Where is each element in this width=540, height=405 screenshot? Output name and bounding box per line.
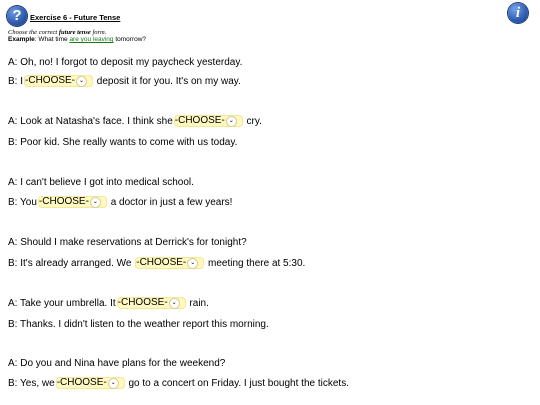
line-text: B: You [8,197,37,208]
chevron-down-icon: ⌄ [89,197,101,209]
line-text: cry. [243,116,262,127]
dialogue-2-line-b: B: Poor kid. She really wants to come wi… [8,137,238,148]
chevron-down-icon: ⌄ [168,298,180,310]
choose-dropdown-6[interactable]: -CHOOSE- ⌄ [55,377,125,390]
line-text: B: Yes, we [8,378,55,389]
chevron-down-icon: ⌄ [187,258,199,270]
choose-dropdown-5[interactable]: -CHOOSE- ⌄ [116,297,186,310]
instructions-text: Choose the correct [8,29,59,36]
dropdown-value: -CHOOSE- [136,257,187,269]
dropdown-value: -CHOOSE- [56,377,107,389]
dialogue-1-line-a: A: Oh, no! I forgot to deposit my payche… [8,57,243,68]
choose-dropdown-4[interactable]: -CHOOSE- ⌄ [135,257,205,270]
dialogue-6-line-a: A: Do you and Nina have plans for the we… [8,358,226,369]
example-answer: are you leaving [69,36,114,43]
dialogue-4-line-b: B: It's already arranged. We -CHOOSE- ⌄ m… [8,257,305,271]
chevron-down-icon: ⌄ [225,116,237,128]
example: Example: What time are you leaving tomor… [8,36,146,43]
dialogue-6-line-b: B: Yes, we -CHOOSE- ⌄ go to a concert on F… [8,377,349,391]
line-text: B: I [8,76,24,87]
instructions-bold: future tense [58,29,91,36]
line-text: A: Take your umbrella. It [8,298,116,309]
line-text: meeting there at 5:30. [205,258,306,269]
dialogue-5-line-a: A: Take your umbrella. It -CHOOSE- ⌄ rain. [8,297,209,311]
example-label: Example [8,36,35,43]
example-text: : What time [34,36,70,43]
line-text: rain. [186,298,209,309]
dropdown-value: -CHOOSE- [25,75,76,87]
chevron-down-icon: ⌄ [76,76,88,88]
help-icon[interactable]: ? [7,6,27,26]
line-text: B: It's already arranged. We [8,258,135,269]
dialogue-5-line-b: B: Thanks. I didn't listen to the weathe… [8,319,269,330]
choose-dropdown-1[interactable]: -CHOOSE- ⌄ [24,75,94,88]
dropdown-value: -CHOOSE- [174,115,225,127]
line-text: go to a concert on Friday. I just bought… [125,378,349,389]
example-text-end: tomorrow? [113,36,147,43]
dialogue-1-line-b: B: I -CHOOSE- ⌄ deposit it for you. It's o… [8,75,241,89]
choose-dropdown-2[interactable]: -CHOOSE- ⌄ [173,115,243,128]
dialogue-4-line-a: A: Should I make reservations at Derrick… [8,237,247,248]
dropdown-value: -CHOOSE- [38,196,89,208]
dropdown-value: -CHOOSE- [117,297,168,309]
choose-dropdown-3[interactable]: -CHOOSE- ⌄ [37,196,107,209]
exercise-title[interactable]: Exercise 6 - Future Tense [30,13,120,22]
dialogue-3-line-a: A: I can't believe I got into medical sc… [8,177,194,188]
instructions-text-end: form. [90,29,107,36]
dialogue-3-line-b: B: You -CHOOSE- ⌄ a doctor in just a few y… [8,196,232,210]
line-text: a doctor in just a few years! [107,197,233,208]
line-text: A: Look at Natasha's face. I think she [8,116,173,127]
line-text: deposit it for you. It's on my way. [94,76,241,87]
dialogue-2-line-a: A: Look at Natasha's face. I think she -C… [8,115,262,129]
chevron-down-icon: ⌄ [107,378,119,390]
info-icon[interactable]: i [508,3,528,23]
instructions: Choose the correct future tense form. [8,29,106,36]
